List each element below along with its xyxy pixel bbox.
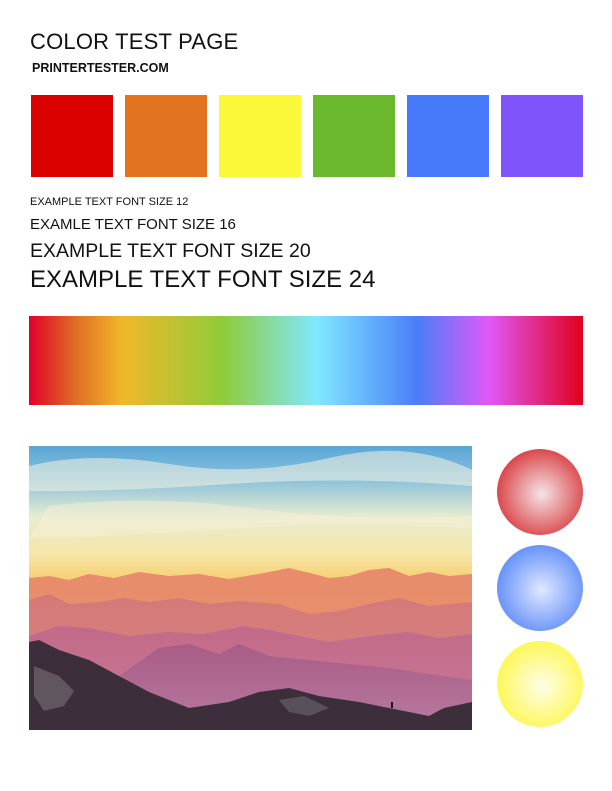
circle-red [497,449,583,535]
sample-text-size-24: EXAMPLE TEXT FONT SIZE 24 [30,266,376,293]
circle-blue [497,545,583,631]
swatch-yellow [219,95,301,177]
photo-hiker-silhouette [391,702,393,708]
rainbow-gradient-bar [29,316,583,405]
sample-text-size-12: EXAMPLE TEXT FONT SIZE 12 [30,196,189,208]
landscape-photo [29,446,472,730]
swatch-blue [407,95,489,177]
circle-yellow [497,641,583,727]
swatch-green [313,95,395,177]
sample-text-size-20: EXAMPLE TEXT FONT SIZE 20 [30,240,311,262]
sample-text-size-16: EXAMLE TEXT FONT SIZE 16 [30,216,236,233]
swatch-orange [125,95,207,177]
page-title: COLOR TEST PAGE [30,29,239,54]
site-name: PRINTERTESTER.COM [32,61,169,75]
swatch-purple [501,95,583,177]
swatch-red [31,95,113,177]
